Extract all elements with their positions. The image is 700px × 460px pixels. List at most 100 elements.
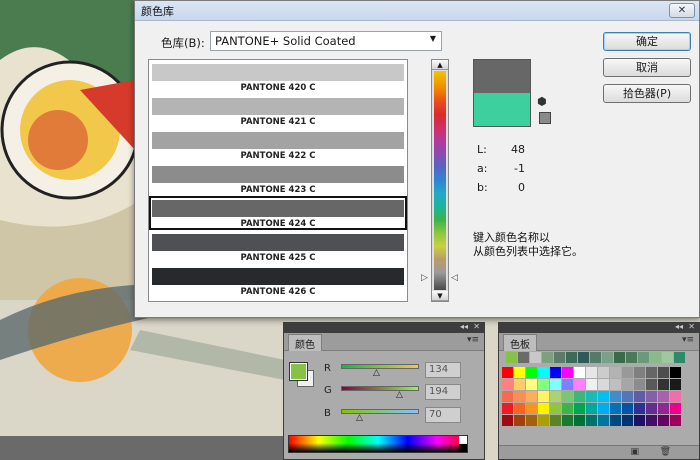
foreground-color-swatch[interactable]: [289, 362, 308, 381]
tab-swatches[interactable]: 色板: [503, 334, 537, 351]
scroll-up-icon[interactable]: ▲: [432, 60, 448, 70]
color-picker-button[interactable]: 拾色器(P): [603, 84, 691, 103]
swatch-cell[interactable]: [574, 367, 585, 378]
swatch-cell[interactable]: [550, 391, 561, 402]
close-icon[interactable]: ✕: [688, 322, 695, 331]
swatch-cell[interactable]: [514, 367, 525, 378]
swatch-cell[interactable]: [658, 367, 669, 378]
swatch-cell[interactable]: [634, 379, 645, 390]
out-of-gamut-cube-icon[interactable]: ⬢: [537, 96, 549, 108]
swatch-cell[interactable]: [538, 403, 549, 414]
scroll-down-icon[interactable]: ▼: [432, 291, 448, 301]
swatch-cell[interactable]: [514, 391, 525, 402]
tab-color[interactable]: 颜色: [288, 334, 322, 351]
swatch-cell[interactable]: [538, 367, 549, 378]
collapse-icon[interactable]: ◂◂: [460, 322, 468, 331]
recent-swatch[interactable]: [542, 352, 553, 363]
swatch-cell[interactable]: [514, 415, 525, 426]
swatch-cell[interactable]: [646, 367, 657, 378]
channel-g-value[interactable]: 194: [425, 384, 461, 400]
swatch-cell[interactable]: [502, 391, 513, 402]
channel-b-slider[interactable]: [341, 409, 419, 414]
swatch-cell[interactable]: [670, 415, 681, 426]
recent-swatch[interactable]: [626, 352, 637, 363]
recent-swatch[interactable]: [638, 352, 649, 363]
swatch-cell[interactable]: [670, 403, 681, 414]
channel-g-thumb-icon[interactable]: △: [396, 390, 403, 400]
swatch-cell[interactable]: [514, 379, 525, 390]
channel-b-value[interactable]: 70: [425, 407, 461, 423]
panel-menu-icon[interactable]: ▾≡: [682, 335, 694, 345]
swatch-cell[interactable]: [622, 379, 633, 390]
swatch-cell[interactable]: [610, 367, 621, 378]
swatch-cell[interactable]: [622, 367, 633, 378]
recent-swatch[interactable]: [566, 352, 577, 363]
swatch-list-item[interactable]: PANTONE 426 C: [149, 264, 407, 298]
swatch-cell[interactable]: [646, 391, 657, 402]
swatch-list-item[interactable]: PANTONE 423 C: [149, 162, 407, 196]
swatch-cell[interactable]: [622, 403, 633, 414]
swatch-cell[interactable]: [526, 391, 537, 402]
swatch-cell[interactable]: [574, 415, 585, 426]
swatch-cell[interactable]: [562, 379, 573, 390]
swatch-cell[interactable]: [598, 379, 609, 390]
swatch-cell[interactable]: [526, 379, 537, 390]
swatch-cell[interactable]: [658, 391, 669, 402]
swatch-cell[interactable]: [562, 403, 573, 414]
swatch-cell[interactable]: [526, 367, 537, 378]
swatch-cell[interactable]: [646, 415, 657, 426]
swatch-cell[interactable]: [550, 403, 561, 414]
swatch-cell[interactable]: [598, 403, 609, 414]
recent-swatch[interactable]: [530, 352, 541, 363]
swatch-cell[interactable]: [550, 415, 561, 426]
spectrum-strip[interactable]: [434, 71, 446, 290]
swatch-cell[interactable]: [586, 379, 597, 390]
swatch-cell[interactable]: [670, 367, 681, 378]
swatch-cell[interactable]: [610, 415, 621, 426]
swatch-cell[interactable]: [538, 391, 549, 402]
swatch-cell[interactable]: [502, 403, 513, 414]
recent-swatch[interactable]: [518, 352, 529, 363]
swatch-cell[interactable]: [586, 403, 597, 414]
close-icon[interactable]: ✕: [473, 322, 480, 331]
recent-swatch[interactable]: [602, 352, 613, 363]
swatch-cell[interactable]: [622, 391, 633, 402]
swatch-cell[interactable]: [502, 367, 513, 378]
swatch-cell[interactable]: [646, 379, 657, 390]
recent-swatch[interactable]: [590, 352, 601, 363]
swatch-cell[interactable]: [586, 415, 597, 426]
swatch-cell[interactable]: [574, 403, 585, 414]
swatch-cell[interactable]: [670, 391, 681, 402]
swatch-cell[interactable]: [586, 391, 597, 402]
ramp-bw[interactable]: [459, 436, 467, 452]
channel-r-thumb-icon[interactable]: △: [373, 368, 380, 378]
swatch-cell[interactable]: [550, 367, 561, 378]
channel-g-slider[interactable]: [341, 386, 419, 391]
panel-menu-icon[interactable]: ▾≡: [467, 335, 479, 345]
swatch-cell[interactable]: [610, 379, 621, 390]
swatch-cell[interactable]: [574, 391, 585, 402]
swatch-list[interactable]: PANTONE 420 C PANTONE 421 C PANTONE 422 C P…: [148, 59, 408, 302]
swatch-cell[interactable]: [658, 379, 669, 390]
swatch-list-item[interactable]: PANTONE 424 C: [149, 196, 407, 230]
swatch-cell[interactable]: [574, 379, 585, 390]
swatch-cell[interactable]: [502, 379, 513, 390]
swatch-cell[interactable]: [562, 367, 573, 378]
recent-swatch[interactable]: [650, 352, 661, 363]
trash-icon[interactable]: 🗑: [660, 447, 671, 457]
swatch-list-item[interactable]: PANTONE 425 C: [149, 230, 407, 264]
swatch-cell[interactable]: [538, 379, 549, 390]
recent-swatch[interactable]: [578, 352, 589, 363]
recent-swatch[interactable]: [674, 352, 685, 363]
swatch-cell[interactable]: [610, 391, 621, 402]
spectrum-slider[interactable]: ▲ ▼: [431, 59, 449, 302]
swatch-cell[interactable]: [502, 415, 513, 426]
close-button[interactable]: ✕: [669, 3, 695, 18]
swatch-cell[interactable]: [586, 367, 597, 378]
swatch-cell[interactable]: [610, 403, 621, 414]
swatch-cell[interactable]: [514, 403, 525, 414]
channel-r-slider[interactable]: [341, 364, 419, 369]
swatch-cell[interactable]: [598, 415, 609, 426]
swatch-cell[interactable]: [634, 367, 645, 378]
swatch-cell[interactable]: [562, 391, 573, 402]
